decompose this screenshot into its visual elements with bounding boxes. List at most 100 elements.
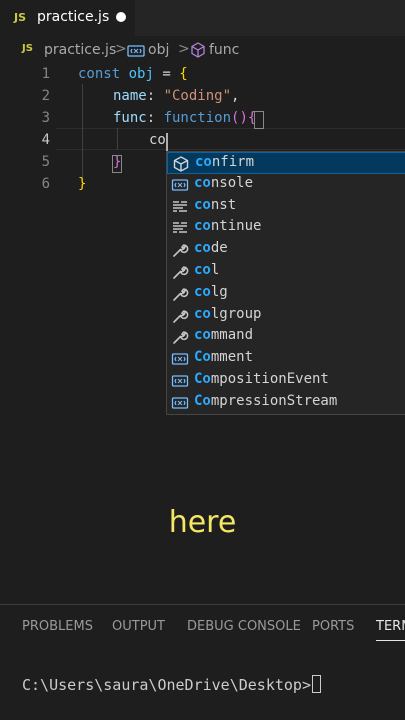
wrench-icon: [171, 285, 189, 303]
suggestion-label: command: [194, 327, 253, 343]
indent-guide: [117, 128, 118, 150]
line-number: 3: [41, 110, 50, 126]
punctuation-token: :: [146, 110, 164, 126]
code-line-4: co: [149, 132, 166, 148]
suggestion-match: co: [194, 196, 211, 213]
panel-divider: [0, 604, 405, 605]
paren-token: (): [231, 110, 248, 126]
panel-tab-ports[interactable]: PORTS: [312, 619, 354, 634]
suggestion-match: co: [194, 283, 211, 300]
breadcrumb-symbol-obj[interactable]: obj: [148, 42, 169, 58]
suggestion-match: Co: [194, 392, 211, 409]
operator-token: =: [153, 66, 180, 82]
breadcrumb-separator-icon: >: [115, 41, 127, 57]
suggestion-item[interactable]: colg: [167, 283, 405, 305]
suggestion-label: CompressionStream: [194, 393, 337, 409]
keyword-icon: [171, 198, 189, 216]
code-line-2: name: "Coding",: [113, 88, 239, 104]
breadcrumb-separator-icon: >: [178, 41, 190, 57]
suggestion-label: CompositionEvent: [194, 371, 329, 387]
string-token: "Coding": [163, 88, 232, 104]
panel-tab-problems[interactable]: PROBLEMS: [22, 619, 93, 634]
keyword-icon: [171, 219, 189, 237]
breadcrumb-file[interactable]: practice.js: [44, 42, 116, 58]
terminal-cursor: [311, 675, 321, 693]
punctuation-token: ,: [231, 88, 240, 104]
suggestion-item[interactable]: Comment: [167, 348, 405, 370]
suggestion-label: code: [194, 240, 228, 256]
suggestion-match: co: [194, 240, 211, 257]
current-line-highlight: [56, 128, 405, 150]
suggestion-rest: lg: [210, 283, 228, 300]
suggestion-label: col: [194, 262, 219, 278]
line-number: 6: [41, 176, 50, 192]
bracket-match-highlight: [112, 155, 122, 173]
method-cube-icon: [190, 42, 206, 62]
suggestion-item[interactable]: console: [167, 174, 405, 196]
bracket-match-highlight: [254, 111, 264, 129]
variable-icon: [171, 372, 189, 390]
variable-icon: [171, 176, 189, 194]
text-caret: [166, 133, 168, 151]
wrench-icon: [171, 263, 189, 281]
panel-tab-terminal[interactable]: TERMINAL: [376, 619, 405, 641]
terminal-prompt-text: C:\Users\saura\OneDrive\Desktop>: [22, 676, 311, 694]
suggestion-rest: nst: [210, 196, 237, 213]
keyword-token: const: [78, 66, 121, 82]
suggestion-label: continue: [194, 218, 261, 234]
suggestion-match: co: [194, 174, 211, 191]
autocomplete-suggestions: confirm console const continue code col colg co…: [166, 151, 405, 415]
suggestion-rest: mpressionStream: [210, 392, 338, 409]
variable-icon: [171, 350, 189, 368]
property-token: name: [113, 88, 147, 104]
suggestion-item[interactable]: const: [167, 196, 405, 218]
breadcrumb: JS practice.js > obj > func: [0, 38, 405, 64]
suggestion-item[interactable]: code: [167, 239, 405, 261]
suggestion-rest: lgroup: [210, 305, 262, 322]
terminal-prompt[interactable]: C:\Users\saura\OneDrive\Desktop>: [22, 675, 321, 694]
editor-tab-practice-js[interactable]: JS practice.js: [0, 0, 135, 36]
suggestion-rest: l: [210, 262, 220, 278]
suggestion-match: co: [194, 327, 211, 344]
suggestion-match: co: [194, 262, 211, 278]
suggestion-label: Comment: [194, 349, 253, 365]
suggestion-item[interactable]: confirm: [167, 152, 405, 174]
suggestion-label: colgroup: [194, 306, 261, 322]
tab-bar: JS practice.js: [0, 0, 405, 36]
tab-title: practice.js: [37, 9, 110, 25]
js-file-icon: JS: [22, 43, 33, 54]
panel-tab-output[interactable]: OUTPUT: [112, 619, 165, 634]
typed-text: co: [149, 132, 166, 148]
property-token: func: [113, 110, 147, 126]
indent-guide: [82, 84, 83, 180]
line-number: 1: [41, 66, 50, 82]
suggestion-rest: mpositionEvent: [210, 371, 329, 387]
panel-tab-debug-console[interactable]: DEBUG CONSOLE: [187, 619, 301, 634]
code-line-6: }: [78, 176, 86, 192]
suggestion-rest: nsole: [210, 174, 254, 191]
line-number: 4: [41, 132, 50, 148]
suggestion-rest: mmand: [210, 327, 254, 344]
suggestion-item[interactable]: command: [167, 326, 405, 348]
suggestion-item[interactable]: CompositionEvent: [167, 370, 405, 392]
suggestion-match: co: [195, 154, 212, 170]
suggestion-item[interactable]: CompressionStream: [167, 392, 405, 414]
suggestion-item[interactable]: continue: [167, 217, 405, 239]
wrench-icon: [171, 241, 189, 259]
caption-text: here: [168, 505, 237, 540]
suggestion-label: console: [194, 175, 253, 191]
unsaved-dot-icon[interactable]: [116, 12, 126, 22]
wrench-icon: [171, 328, 189, 346]
punctuation-token: :: [146, 88, 164, 104]
breadcrumb-symbol-func[interactable]: func: [209, 42, 239, 58]
suggestion-label: confirm: [195, 154, 254, 170]
panel-tab-terminal-clip: TERMINAL: [376, 610, 405, 644]
wrench-icon: [171, 307, 189, 325]
suggestion-label: colg: [194, 284, 228, 300]
code-line-1: const obj = {: [78, 66, 188, 82]
suggestion-match: co: [194, 218, 211, 235]
suggestion-match: Co: [194, 349, 211, 366]
suggestion-item[interactable]: colgroup: [167, 305, 405, 327]
suggestion-rest: mment: [210, 349, 254, 366]
suggestion-item[interactable]: col: [167, 261, 405, 283]
